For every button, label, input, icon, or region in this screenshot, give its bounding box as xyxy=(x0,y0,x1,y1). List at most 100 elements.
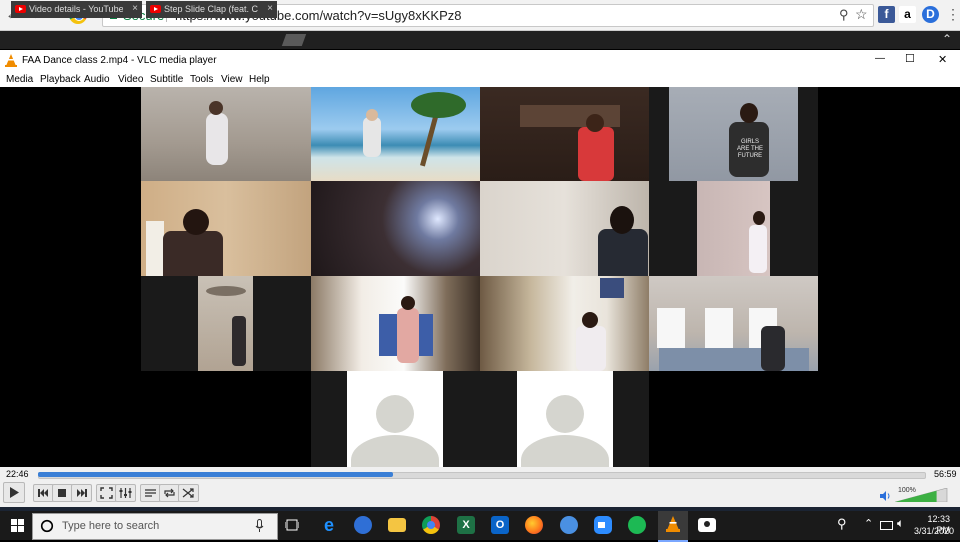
cortana-circle-icon xyxy=(40,519,54,533)
file-explorer-icon[interactable] xyxy=(388,518,406,532)
windows-start-icon[interactable] xyxy=(11,519,24,532)
loop-button[interactable] xyxy=(159,484,180,502)
video-tile xyxy=(480,87,649,181)
video-tile-edge xyxy=(798,87,818,181)
shuffle-button[interactable] xyxy=(178,484,199,502)
menu-audio[interactable]: Audio xyxy=(84,72,110,87)
skip-back-icon xyxy=(38,489,48,497)
menu-help[interactable]: Help xyxy=(249,72,270,87)
video-tile-edge xyxy=(770,181,818,276)
menu-video[interactable]: Video xyxy=(118,72,143,87)
chrome-taskbar-icon[interactable] xyxy=(422,516,440,534)
video-tile xyxy=(141,181,311,276)
youtube-icon xyxy=(15,5,26,13)
star-icon[interactable]: ☆ xyxy=(855,6,868,23)
play-button[interactable] xyxy=(3,482,25,503)
youtube-icon xyxy=(150,5,161,13)
menu-media[interactable]: Media xyxy=(6,72,33,87)
next-button[interactable] xyxy=(71,484,92,502)
menu-tools[interactable]: Tools xyxy=(190,72,213,87)
tab-label: Step Slide Clap (feat. Chr xyxy=(164,4,258,14)
video-tile-edge xyxy=(443,371,480,467)
total-time: 56:59 xyxy=(934,469,957,479)
menu-view[interactable]: View xyxy=(221,72,243,87)
firefox-icon[interactable] xyxy=(525,516,543,534)
excel-icon[interactable]: X xyxy=(457,516,475,534)
outlook-icon[interactable]: O xyxy=(491,516,509,534)
close-button[interactable]: ✕ xyxy=(938,53,947,66)
playlist-icon xyxy=(145,489,156,497)
video-tile-edge xyxy=(141,276,198,371)
volume-tray-icon[interactable]: 🔈︎ xyxy=(897,516,904,531)
video-tile-edge xyxy=(649,87,669,181)
people-icon[interactable]: ⚲ xyxy=(837,516,847,532)
video-tile-edge xyxy=(480,371,517,467)
equalizer-icon xyxy=(119,488,132,498)
spotify-icon[interactable] xyxy=(628,516,646,534)
zoom-icon[interactable]: ⚲ xyxy=(839,7,849,23)
tab-close-icon[interactable]: × xyxy=(132,1,138,17)
video-tile xyxy=(697,181,770,276)
chromium-icon[interactable] xyxy=(560,516,578,534)
avatar-placeholder xyxy=(517,371,613,467)
video-tile xyxy=(311,181,480,276)
shirt-text-line-3: FUTURE xyxy=(737,153,763,159)
video-tile xyxy=(480,181,649,276)
avatar-placeholder xyxy=(347,371,443,467)
video-tile-edge xyxy=(253,276,311,371)
vlc-cone-icon xyxy=(5,54,17,67)
taskbar-search-box[interactable]: Type here to search xyxy=(32,513,278,540)
tab-strip xyxy=(0,31,960,49)
video-tile-edge xyxy=(649,181,697,276)
window-title: FAA Dance class 2.mp4 - VLC media player xyxy=(22,55,217,66)
task-view-icon[interactable] xyxy=(285,518,299,532)
extended-settings-button[interactable] xyxy=(115,484,136,502)
fullscreen-icon xyxy=(100,487,113,499)
playlist-button[interactable] xyxy=(140,484,161,502)
tab-close-icon[interactable]: × xyxy=(267,1,273,17)
tab-video-details[interactable]: Video details - YouTube × xyxy=(11,1,142,18)
amazon-extension-icon[interactable]: a xyxy=(899,6,916,23)
previous-button[interactable] xyxy=(33,484,54,502)
chevron-up-icon[interactable]: ⌃ xyxy=(942,32,952,46)
menu-playback[interactable]: Playback xyxy=(40,72,81,87)
tab-step-slide-clap[interactable]: Step Slide Clap (feat. Chr × xyxy=(146,1,277,18)
search-placeholder: Type here to search xyxy=(62,520,160,532)
camera-app-icon[interactable] xyxy=(698,518,716,532)
video-tile xyxy=(649,276,818,371)
video-tile xyxy=(198,276,253,371)
seek-bar-fill xyxy=(38,472,393,477)
minimize-button[interactable]: — xyxy=(875,53,885,64)
video-tile-edge xyxy=(311,371,347,467)
zoom-app-icon[interactable] xyxy=(594,516,612,534)
edge-icon[interactable]: e xyxy=(320,516,338,534)
battery-icon[interactable] xyxy=(880,521,893,530)
volume-slider[interactable] xyxy=(895,488,948,502)
menu-subtitle[interactable]: Subtitle xyxy=(150,72,183,87)
shirt-text-line-2: ARE THE xyxy=(737,146,763,152)
fullscreen-button[interactable] xyxy=(96,484,117,502)
video-tile xyxy=(480,276,649,371)
vlc-taskbar-icon xyxy=(666,516,680,532)
stop-icon xyxy=(58,489,66,497)
video-display[interactable]: GIRLS ARE THE FUTURE xyxy=(0,87,960,467)
shuffle-icon xyxy=(182,488,194,498)
video-tile xyxy=(311,276,480,371)
tray-chevron-up-icon[interactable]: ⌃ xyxy=(864,517,873,530)
kebab-menu-icon[interactable]: ⋮ xyxy=(946,6,960,22)
clock-date[interactable]: 3/31/2020 xyxy=(914,526,954,537)
shirt-text-line-1: GIRLS xyxy=(740,139,759,145)
vlc-taskbar-button[interactable] xyxy=(658,511,688,542)
maximize-button[interactable]: ☐ xyxy=(905,52,915,65)
vlc-menubar: Media Playback Audio Video Subtitle Tool… xyxy=(0,72,960,87)
speaker-icon[interactable] xyxy=(879,490,891,502)
app-globe-icon[interactable] xyxy=(354,516,372,534)
microphone-icon[interactable] xyxy=(255,519,264,533)
video-tile-edge xyxy=(613,371,649,467)
d-extension-icon[interactable]: D xyxy=(922,6,939,23)
facebook-extension-icon[interactable]: f xyxy=(878,6,895,23)
stop-button[interactable] xyxy=(52,484,73,502)
video-tile: GIRLS ARE THE FUTURE xyxy=(669,87,798,181)
elapsed-time: 22:46 xyxy=(6,469,29,479)
video-tile xyxy=(311,87,480,181)
